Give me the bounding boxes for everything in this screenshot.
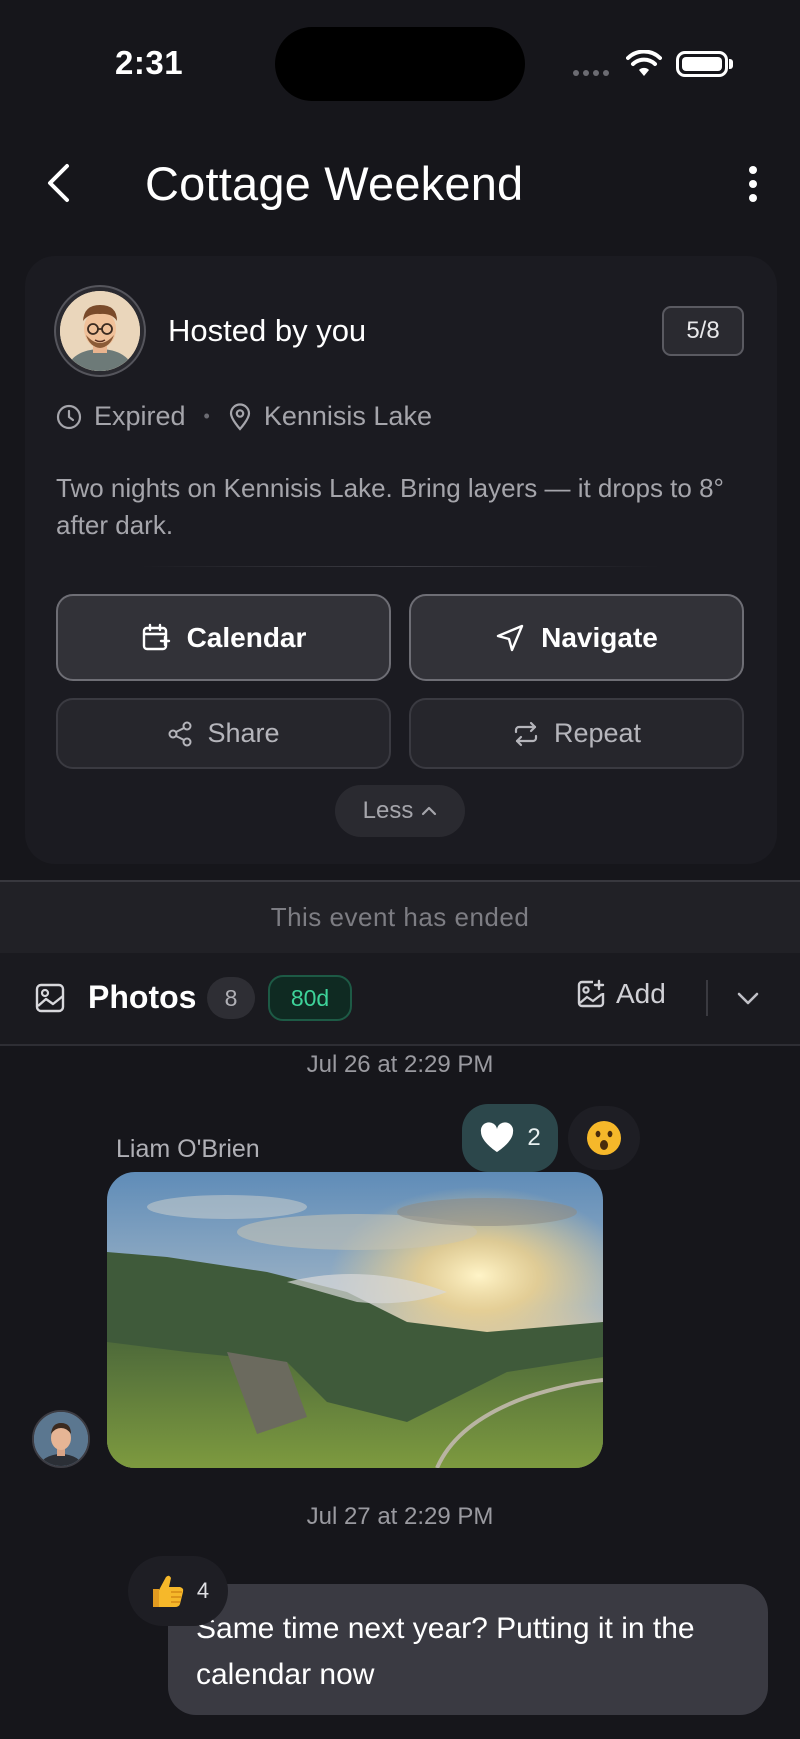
meta-separator-dot: • [203, 406, 210, 426]
event-status: Expired [94, 401, 186, 431]
location-pin-icon [229, 402, 250, 431]
sender-name: Liam O'Brien [116, 1135, 260, 1163]
more-dot-icon [749, 194, 757, 202]
feed-timestamp: Jul 26 at 2:29 PM [306, 1051, 494, 1078]
more-options-button[interactable] [738, 162, 768, 206]
chevron-up-icon [422, 806, 437, 816]
feed-timestamp: Jul 27 at 2:29 PM [306, 1503, 494, 1530]
landscape-photo [107, 1172, 603, 1468]
sender-avatar[interactable] [32, 1410, 90, 1468]
dynamic-island [275, 27, 525, 101]
add-photo-button[interactable]: Add [576, 978, 666, 1010]
more-dot-icon [749, 180, 757, 188]
cellular-signal-icon [573, 70, 609, 76]
vertical-divider [706, 980, 708, 1016]
wifi-icon [626, 50, 662, 76]
calendar-button[interactable]: Calendar [56, 594, 391, 681]
navigate-button-label: Navigate [541, 621, 658, 653]
clock-icon [56, 404, 82, 429]
host-avatar-illustration [60, 291, 140, 371]
divider [140, 566, 660, 567]
host-avatar[interactable] [56, 287, 144, 375]
shared-photo[interactable] [107, 1172, 603, 1468]
event-ended-banner: This event has ended [0, 880, 800, 953]
battery-cap [729, 59, 733, 69]
back-button[interactable] [38, 158, 78, 208]
thumbs-up-emoji-icon [152, 1575, 184, 1607]
photos-count-badge: 8 [207, 977, 255, 1019]
liam-avatar-photo [34, 1412, 88, 1466]
heart-reaction-count: 2 [527, 1124, 541, 1151]
share-button[interactable]: Share [56, 698, 391, 769]
message-bubble[interactable]: Same time next year? Putting it in the c… [168, 1584, 768, 1715]
chevron-down-icon [737, 992, 759, 1005]
calendar-button-label: Calendar [186, 621, 307, 653]
attendance-badge[interactable]: 5/8 [662, 306, 744, 356]
wow-reaction[interactable] [568, 1106, 640, 1170]
share-button-label: Share [207, 718, 280, 748]
expand-photos-button[interactable] [730, 980, 766, 1016]
battery-icon [676, 51, 728, 77]
repeat-icon [514, 721, 538, 746]
share-icon [168, 721, 192, 746]
event-description: Two nights on Kennisis Lake. Bring layer… [56, 473, 724, 540]
image-icon [35, 983, 65, 1013]
add-photo-label: Add [616, 978, 666, 1009]
event-location[interactable]: Kennisis Lake [264, 401, 432, 432]
heart-reaction[interactable]: 2 [462, 1104, 558, 1172]
days-remaining-badge: 80d [268, 975, 352, 1021]
photos-label[interactable]: Photos [88, 979, 196, 1016]
more-dot-icon [749, 166, 757, 174]
heart-icon [481, 1122, 514, 1152]
page-title: Cottage Weekend [145, 157, 524, 210]
repeat-button[interactable]: Repeat [409, 698, 744, 769]
event-meta-row: Expired • Kennisis Lake [56, 401, 432, 432]
collapse-less-button[interactable]: Less [335, 785, 465, 837]
less-label: Less [362, 797, 414, 824]
navigation-arrow-icon [496, 624, 524, 651]
host-label: Hosted by you [168, 313, 367, 348]
navigate-button[interactable]: Navigate [409, 594, 744, 681]
status-time: 2:31 [115, 44, 184, 81]
repeat-button-label: Repeat [553, 718, 642, 748]
thumbs-up-reaction[interactable]: 4 [128, 1556, 228, 1626]
chevron-left-icon [48, 164, 69, 202]
wow-emoji-icon [587, 1121, 621, 1155]
calendar-add-icon [142, 623, 170, 650]
thumbs-up-reaction-count: 4 [196, 1578, 210, 1603]
add-image-icon [577, 979, 605, 1008]
